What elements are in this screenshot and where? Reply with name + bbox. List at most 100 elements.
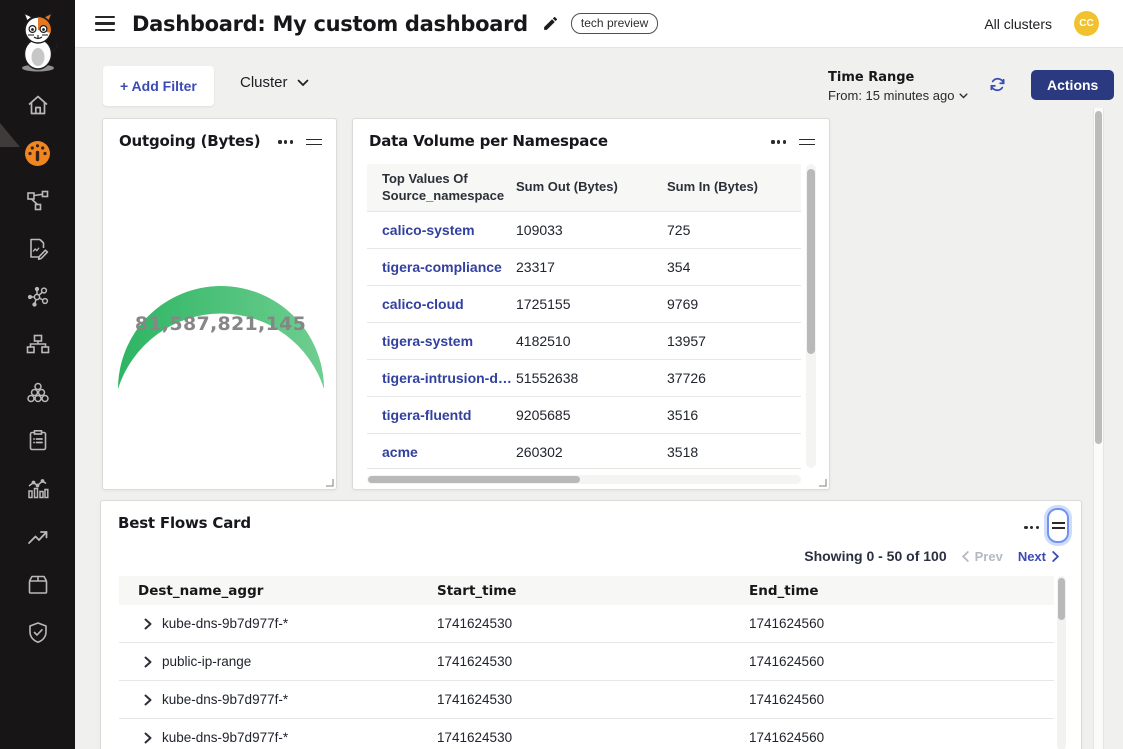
sum-in-value: 354 bbox=[667, 259, 801, 275]
sidebar-nav bbox=[0, 81, 75, 657]
table-vertical-scrollbar[interactable] bbox=[806, 164, 816, 468]
tech-preview-badge: tech preview bbox=[571, 13, 658, 34]
pagination-prev-button[interactable]: Prev bbox=[962, 549, 1003, 564]
hamburger-menu-icon[interactable] bbox=[95, 16, 115, 31]
start-time-value: 1741624530 bbox=[437, 692, 749, 707]
sidebar-item-inventory[interactable] bbox=[0, 561, 75, 609]
actions-button[interactable]: Actions bbox=[1031, 70, 1114, 100]
sum-in-value: 3516 bbox=[667, 407, 801, 423]
cluster-nodes-icon bbox=[25, 380, 51, 406]
gauge-value: 81,587,821,145 bbox=[103, 313, 338, 335]
card-drag-handle-icon[interactable] bbox=[1052, 519, 1065, 533]
namespace-link[interactable]: calico-cloud bbox=[367, 296, 516, 312]
sidebar-item-service-graph[interactable] bbox=[0, 273, 75, 321]
card-drag-handle-icon[interactable] bbox=[306, 135, 322, 149]
column-header: Start_time bbox=[437, 583, 749, 599]
topbar-right-group: All clusters CC bbox=[984, 11, 1099, 36]
sum-in-value: 725 bbox=[667, 222, 801, 238]
table-row[interactable]: kube-dns-9b7d977f-* 1741624530 174162456… bbox=[119, 605, 1054, 643]
namespace-link[interactable]: tigera-compliance bbox=[367, 259, 516, 275]
table-row[interactable]: public-ip-range 1741624530 1741624560 bbox=[119, 643, 1054, 681]
table-row: tigera-fluentd 9205685 3516 bbox=[367, 396, 801, 433]
pagination-next-button[interactable]: Next bbox=[1018, 549, 1059, 564]
sidebar-item-reports[interactable] bbox=[0, 225, 75, 273]
refresh-button[interactable] bbox=[985, 74, 1009, 98]
sum-out-value: 23317 bbox=[516, 259, 667, 275]
sum-out-value: 51552638 bbox=[516, 370, 667, 386]
all-clusters-selector[interactable]: All clusters bbox=[984, 16, 1052, 32]
table-header-row: Dest_name_aggr Start_time End_time bbox=[119, 576, 1054, 605]
clipboard-list-icon bbox=[25, 428, 51, 454]
sum-in-value: 13957 bbox=[667, 333, 801, 349]
card-drag-handle-icon[interactable] bbox=[799, 135, 815, 149]
sidebar-item-compliance[interactable] bbox=[0, 417, 75, 465]
namespace-link[interactable]: tigera-fluentd bbox=[367, 407, 516, 423]
scrollbar-thumb[interactable] bbox=[807, 169, 815, 354]
row-expand-icon[interactable] bbox=[144, 618, 152, 630]
namespace-link[interactable]: acme bbox=[367, 444, 516, 460]
sidebar-item-dashboard-active[interactable] bbox=[0, 129, 75, 177]
start-time-value: 1741624530 bbox=[437, 654, 749, 669]
sum-out-value: 9205685 bbox=[516, 407, 667, 423]
cluster-dropdown[interactable]: Cluster bbox=[240, 74, 309, 91]
chevron-down-icon bbox=[297, 79, 309, 87]
card-drag-handle-focused[interactable] bbox=[1047, 508, 1069, 543]
network-topology-icon bbox=[25, 188, 51, 214]
table-horizontal-scrollbar[interactable] bbox=[367, 475, 801, 484]
time-range-dropdown[interactable]: From: 15 minutes ago bbox=[828, 88, 968, 103]
outgoing-bytes-card: Outgoing (Bytes) 81,587,821,145 bbox=[102, 118, 337, 490]
sidebar-item-security[interactable] bbox=[0, 609, 75, 657]
column-header: Top Values Of Source_namespace bbox=[367, 171, 507, 204]
calico-cat-logo[interactable] bbox=[14, 8, 62, 74]
time-range-value: From: 15 minutes ago bbox=[828, 88, 954, 103]
report-edit-icon bbox=[25, 236, 51, 262]
scrollbar-thumb[interactable] bbox=[1058, 578, 1065, 620]
dashboard-content: + Add Filter Cluster Time Range From: 15… bbox=[75, 48, 1123, 749]
namespace-link[interactable]: tigera-intrusion-d… bbox=[367, 370, 516, 386]
scrollbar-thumb[interactable] bbox=[368, 476, 580, 483]
top-bar: Dashboard: My custom dashboard tech prev… bbox=[75, 0, 1123, 48]
page-scrollbar-thumb[interactable] bbox=[1095, 111, 1102, 444]
sum-in-value: 37726 bbox=[667, 370, 801, 386]
page-scrollbar[interactable] bbox=[1093, 108, 1104, 749]
table-row[interactable]: kube-dns-9b7d977f-* 1741624530 174162456… bbox=[119, 719, 1054, 749]
row-expand-icon[interactable] bbox=[144, 656, 152, 668]
time-range-control: Time Range From: 15 minutes ago bbox=[828, 70, 968, 103]
add-filter-button[interactable]: + Add Filter bbox=[103, 66, 214, 106]
sidebar-item-workloads[interactable] bbox=[0, 369, 75, 417]
card-menu-icon[interactable] bbox=[1024, 523, 1039, 532]
app-window: Dashboard: My custom dashboard tech prev… bbox=[0, 0, 1123, 749]
page-title: Dashboard: My custom dashboard bbox=[132, 12, 528, 36]
shield-check-icon bbox=[25, 620, 51, 646]
sidebar-item-topology[interactable] bbox=[0, 177, 75, 225]
sidebar-item-statistics[interactable] bbox=[0, 465, 75, 513]
edit-title-button[interactable] bbox=[542, 15, 559, 32]
pencil-icon bbox=[542, 15, 559, 32]
sidebar-item-home[interactable] bbox=[0, 81, 75, 129]
package-box-icon bbox=[25, 572, 51, 598]
namespace-link[interactable]: tigera-system bbox=[367, 333, 516, 349]
sidebar-item-network-sets[interactable] bbox=[0, 321, 75, 369]
row-expand-icon[interactable] bbox=[144, 732, 152, 744]
card-resize-handle[interactable] bbox=[818, 478, 827, 487]
service-graph-icon bbox=[25, 284, 51, 310]
card-menu-icon[interactable] bbox=[771, 137, 786, 146]
row-expand-icon[interactable] bbox=[144, 694, 152, 706]
sum-out-value: 4182510 bbox=[516, 333, 667, 349]
sidebar-item-trends[interactable] bbox=[0, 513, 75, 561]
card-resize-handle[interactable] bbox=[325, 478, 334, 487]
end-time-value: 1741624560 bbox=[749, 730, 1054, 745]
user-avatar[interactable]: CC bbox=[1074, 11, 1099, 36]
end-time-value: 1741624560 bbox=[749, 692, 1054, 707]
sum-out-value: 1725155 bbox=[516, 296, 667, 312]
next-label: Next bbox=[1018, 549, 1046, 564]
namespace-link[interactable]: calico-system bbox=[367, 222, 516, 238]
sum-in-value: 9769 bbox=[667, 296, 801, 312]
sum-out-value: 109033 bbox=[516, 222, 667, 238]
table-row[interactable]: kube-dns-9b7d977f-* 1741624530 174162456… bbox=[119, 681, 1054, 719]
table-vertical-scrollbar[interactable] bbox=[1057, 576, 1066, 749]
end-time-value: 1741624560 bbox=[749, 654, 1054, 669]
cluster-dropdown-label: Cluster bbox=[240, 74, 288, 91]
time-range-label: Time Range bbox=[828, 70, 968, 85]
card-menu-icon[interactable] bbox=[278, 137, 293, 146]
